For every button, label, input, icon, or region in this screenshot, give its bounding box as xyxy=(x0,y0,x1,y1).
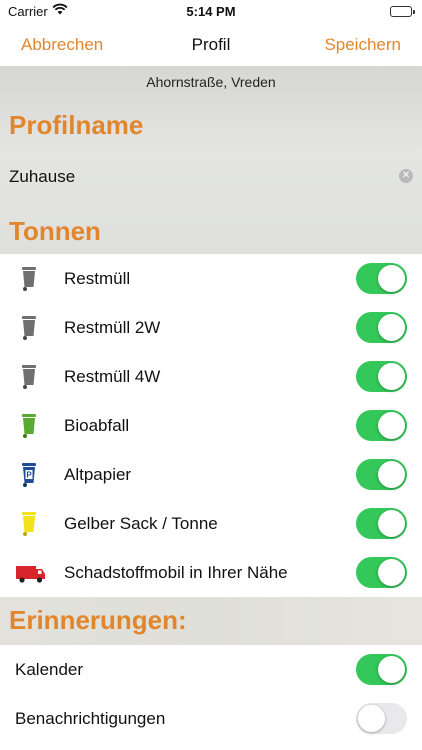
bins-heading: Tonnen xyxy=(9,216,101,246)
profile-name-heading: Profilname xyxy=(9,110,144,140)
navigation-bar: Abbrechen Profil Speichern xyxy=(0,24,422,66)
list-item: Restmüll 2W xyxy=(0,303,422,352)
notifications-label: Benachrichtigungen xyxy=(15,709,166,728)
save-button[interactable]: Speichern xyxy=(324,35,401,55)
list-item: Bioabfall xyxy=(0,401,422,450)
yellow-bin-icon xyxy=(17,511,41,537)
address-label: Ahornstraße, Vreden xyxy=(146,74,276,90)
bin-toggle[interactable] xyxy=(356,410,407,441)
battery-icon xyxy=(390,6,415,17)
bin-label: Bioabfall xyxy=(64,416,130,435)
list-item: Schadstoffmobil in Ihrer Nähe xyxy=(0,548,422,597)
bin-label: Restmüll 4W xyxy=(64,367,161,386)
reminders-list: Kalender Benachrichtigungen xyxy=(0,645,422,743)
list-item: Restmüll 4W xyxy=(0,352,422,401)
list-item: Gelber Sack / Tonne xyxy=(0,499,422,548)
list-item: Benachrichtigungen xyxy=(0,694,422,743)
list-item: Restmüll xyxy=(0,254,422,303)
bin-toggle[interactable] xyxy=(356,312,407,343)
profile-header: Ahornstraße, Vreden Profilname Zuhause ✕… xyxy=(0,66,422,254)
list-item: P Altpapier xyxy=(0,450,422,499)
red-truck-icon xyxy=(15,560,47,586)
paper-bin-badge: P xyxy=(26,471,32,480)
grey-bin-icon xyxy=(17,266,41,292)
calendar-toggle[interactable] xyxy=(356,654,407,685)
notifications-toggle[interactable] xyxy=(356,703,407,734)
bins-list: Restmüll Restmüll 2W Restmüll 4W Bioabfa… xyxy=(0,254,422,597)
green-bin-icon xyxy=(17,413,41,439)
grey-bin-icon xyxy=(17,364,41,390)
status-bar: Carrier 5:14 PM xyxy=(0,0,422,24)
grey-bin-icon xyxy=(17,315,41,341)
clock: 5:14 PM xyxy=(186,4,236,19)
reminders-header: Erinnerungen: xyxy=(0,597,422,645)
clear-text-button[interactable]: ✕ xyxy=(399,169,413,183)
bin-toggle[interactable] xyxy=(356,263,407,294)
bin-toggle[interactable] xyxy=(356,557,407,588)
bin-label: Restmüll xyxy=(64,269,131,288)
profile-name-field[interactable]: Zuhause xyxy=(9,167,75,187)
bin-toggle[interactable] xyxy=(356,508,407,539)
reminders-heading: Erinnerungen: xyxy=(9,605,187,635)
blue-paper-bin-icon: P xyxy=(17,462,41,488)
calendar-label: Kalender xyxy=(15,660,84,679)
bin-toggle[interactable] xyxy=(356,361,407,392)
list-item: Kalender xyxy=(0,645,422,694)
bin-label: Gelber Sack / Tonne xyxy=(64,514,218,533)
bin-label: Altpapier xyxy=(64,465,132,484)
bin-label: Restmüll 2W xyxy=(64,318,161,337)
bin-label: Schadstoffmobil in Ihrer Nähe xyxy=(64,563,288,582)
bin-toggle[interactable] xyxy=(356,459,407,490)
